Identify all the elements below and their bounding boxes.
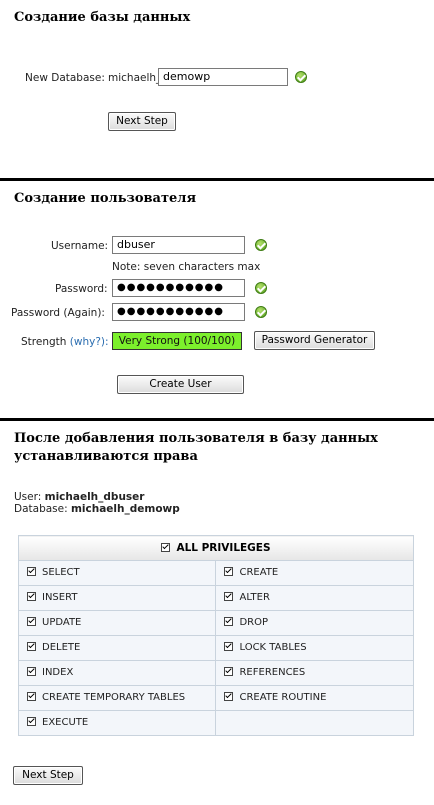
empty-cell xyxy=(215,710,414,736)
next-step-button-db[interactable]: Next Step xyxy=(108,112,176,131)
execute-label: EXECUTE xyxy=(42,717,89,729)
password-label: Password: xyxy=(55,283,108,295)
drop-checkbox[interactable] xyxy=(224,617,234,627)
new-database-input[interactable]: demowp xyxy=(158,68,288,86)
references-label: REFERENCES xyxy=(239,667,306,679)
create-routine-checkbox[interactable] xyxy=(224,692,234,702)
update-label: UPDATE xyxy=(42,617,82,629)
username-note: Note: seven characters max xyxy=(112,261,261,273)
section-divider-1 xyxy=(0,178,434,181)
create-user-button[interactable]: Create User xyxy=(117,375,244,394)
alter-label: ALTER xyxy=(239,592,270,604)
password-again-valid-check-icon xyxy=(255,306,267,318)
strength-text: Strength xyxy=(21,336,67,348)
all-privileges-checkbox[interactable] xyxy=(161,542,171,552)
next-step-button-privileges[interactable]: Next Step xyxy=(13,766,83,785)
execute-checkbox[interactable] xyxy=(27,717,36,727)
strength-label: Strength (why?): xyxy=(21,336,109,348)
insert-checkbox[interactable] xyxy=(27,592,36,602)
create-label: CREATE xyxy=(239,567,279,579)
password-generator-button[interactable]: Password Generator xyxy=(254,331,375,350)
user-info: User: michaelh_dbuser xyxy=(14,491,144,503)
database-prefix: michaelh_ xyxy=(108,72,162,84)
create-temporary-tables-checkbox[interactable] xyxy=(27,692,36,702)
delete-label: DELETE xyxy=(42,642,81,654)
select-checkbox[interactable] xyxy=(27,567,36,577)
create-database-heading: Создание базы данных xyxy=(14,10,191,25)
user-info-label: User: xyxy=(14,491,42,503)
create-checkbox[interactable] xyxy=(224,567,234,577)
password-again-label: Password (Again): xyxy=(11,307,105,319)
username-label: Username: xyxy=(51,240,109,252)
database-info: Database: michaelh_demowp xyxy=(14,503,180,515)
password-valid-check-icon xyxy=(255,282,267,294)
update-checkbox[interactable] xyxy=(27,617,36,627)
create-user-heading: Создание пользователя xyxy=(14,191,197,206)
table-row: DELETE LOCK TABLES xyxy=(17,635,414,661)
create-temporary-tables-label: CREATE TEMPORARY TABLES xyxy=(42,692,186,704)
index-checkbox[interactable] xyxy=(27,667,36,677)
create-routine-label: CREATE ROUTINE xyxy=(239,692,327,704)
table-row: INDEX REFERENCES xyxy=(17,660,414,686)
lock-tables-checkbox[interactable] xyxy=(224,642,234,652)
table-row: CREATE TEMPORARY TABLES CREATE ROUTINE xyxy=(17,685,414,711)
database-valid-check-icon xyxy=(295,71,307,83)
references-checkbox[interactable] xyxy=(224,667,234,677)
privileges-heading-line2: устанавливаются права xyxy=(14,449,198,464)
select-label: SELECT xyxy=(42,567,80,579)
user-info-value: michaelh_dbuser xyxy=(44,491,145,503)
drop-label: DROP xyxy=(239,617,269,629)
section-divider-2 xyxy=(0,418,434,421)
delete-checkbox[interactable] xyxy=(27,642,36,652)
table-row: EXECUTE xyxy=(17,710,414,736)
database-info-value: michaelh_demowp xyxy=(70,503,180,515)
privileges-heading-line1: После добавления пользователя в базу дан… xyxy=(14,431,378,446)
username-input[interactable]: dbuser xyxy=(112,236,245,254)
table-row: SELECT CREATE xyxy=(17,560,414,586)
all-privileges-cell[interactable]: ALL PRIVILEGES xyxy=(18,535,414,561)
database-info-label: Database: xyxy=(14,503,68,515)
index-label: INDEX xyxy=(42,667,74,679)
strength-meter: Very Strong (100/100) xyxy=(112,332,242,350)
insert-label: INSERT xyxy=(42,592,78,604)
new-database-label: New Database: xyxy=(25,72,105,84)
table-row: UPDATE DROP xyxy=(17,610,414,636)
why-link[interactable]: (why?): xyxy=(70,336,109,348)
table-row: INSERT ALTER xyxy=(17,585,414,611)
privileges-table: ALL PRIVILEGES SELECT CREATE INSERT ALTE… xyxy=(17,535,414,736)
alter-checkbox[interactable] xyxy=(224,592,234,602)
password-input[interactable]: ●●●●●●●●●●● xyxy=(112,279,245,297)
username-valid-check-icon xyxy=(255,239,267,251)
lock-tables-label: LOCK TABLES xyxy=(239,642,307,654)
all-privileges-label: ALL PRIVILEGES xyxy=(176,542,271,554)
password-again-input[interactable]: ●●●●●●●●●●● xyxy=(112,303,245,321)
